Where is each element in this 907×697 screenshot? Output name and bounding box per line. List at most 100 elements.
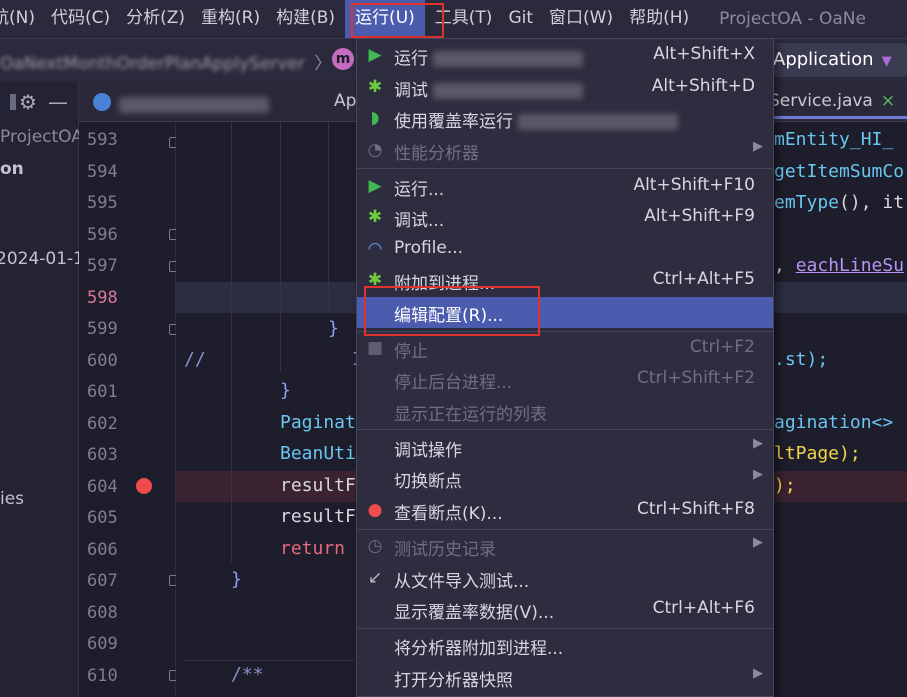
menu-code[interactable]: 代码(C) [43,0,118,38]
indent-guide [280,122,281,372]
menu-item-label: 运行 [394,44,584,69]
menu-item-label: 查看断点(K)... [394,504,503,524]
menu-git[interactable]: Git [500,0,541,38]
line-number: 605 [87,508,118,528]
line-number: 606 [87,540,118,560]
code-fragment: getItemSumCo [774,161,905,182]
menu-bar: 航(N) 代码(C) 分析(Z) 重构(R) 构建(B) 运行(U) 工具(T)… [0,0,907,38]
menu-item-label: 附加到进程... [394,274,496,294]
indent-guide [328,122,329,312]
window-title: ProjectOA - OaNe [719,9,866,29]
menu-item-label: Profile... [394,238,464,258]
menu-item-profiler[interactable]: ◔ 性能分析器 ▶ [357,135,773,166]
history-icon: ◷ [367,536,383,556]
coverage-icon: ◗ [370,108,380,128]
menu-item-label: 使用覆盖率运行 [394,107,679,132]
method-badge-icon: m [332,48,354,70]
project-panel: ⚙ — ProjectOA on 2024-01-15 ies [0,82,95,697]
menu-item-stop-background[interactable]: 停止后台进程... Ctrl+Shift+F2 [357,364,773,395]
dropdown-arrow-icon: ▼ [881,54,892,69]
menu-item-label: 从文件导入测试... [394,572,530,592]
tab-service-label: Service.java [769,91,873,111]
menu-item-view-breakpoints[interactable]: ● 查看断点(K)... Ctrl+Shift+F8 [357,495,773,526]
project-root-label[interactable]: ProjectOA [0,127,83,147]
menu-separator [357,429,773,430]
code-line-607: } [231,569,242,590]
code-line-602: Paginat [280,412,356,433]
menu-separator [357,529,773,530]
line-number: 607 [87,571,118,591]
menu-item-test-history[interactable]: ◷ 测试历史记录 ▶ [357,531,773,562]
menu-item-label: 显示正在运行的列表 [394,405,547,425]
project-tree-item[interactable]: ies [0,489,24,509]
code-line-610: /** [231,664,264,685]
menu-item-attach-to-process[interactable]: ✱ 附加到进程... Ctrl+Alt+F5 [357,265,773,296]
code-fragment: ltPage); [774,443,861,464]
tab-service[interactable]: Service.java × [764,91,907,119]
line-number: 602 [87,414,118,434]
menu-item-attach-profiler[interactable]: 将分析器附加到进程... [357,630,773,661]
tab-left-label[interactable]: Ap [334,91,356,111]
menu-run[interactable]: 运行(U) [345,0,425,38]
menu-item-run-with-coverage[interactable]: ◗ 使用覆盖率运行 [357,103,773,134]
code-fragment-variable: eachLineSu [795,255,905,276]
menu-item-label: 切换断点 [394,472,462,492]
code-fragment: , eachLineSu [774,255,904,277]
code-fragment: mEntity_HI_ [774,129,894,150]
menu-item-debug-dialog[interactable]: ✱ 调试... Alt+Shift+F9 [357,202,773,233]
menu-item-debug-actions[interactable]: 调试操作 ▶ [357,432,773,463]
line-number: 610 [87,666,118,686]
menu-navigate[interactable]: 航(N) [0,0,43,38]
profile-icon: ◠ [367,239,383,259]
blurred-config-name [518,114,679,130]
submenu-arrow-icon: ▶ [753,436,763,451]
menu-item-show-running[interactable]: 显示正在运行的列表 [357,396,773,427]
menu-item-stop[interactable]: ■ 停止 Ctrl+F2 [357,333,773,364]
indent-guide [231,122,232,562]
stop-icon: ■ [366,338,384,358]
menu-separator [357,331,773,332]
gear-icon[interactable]: ⚙ [19,90,37,114]
breakpoint-icon[interactable] [136,478,152,494]
menu-item-profile[interactable]: ◠ Profile... [357,234,773,265]
code-line-605: resultF [280,506,356,527]
import-icon: ↙ [367,568,383,588]
menu-item-edit-configurations[interactable]: 编辑配置(R)... [357,297,773,328]
line-number: 596 [87,225,118,245]
run-configuration-select[interactable]: Application ▼ [765,43,907,77]
menu-window[interactable]: 窗口(W) [541,0,621,38]
menu-build[interactable]: 构建(B) [268,0,343,38]
debug-icon: ✱ [367,77,383,97]
code-line-601: } [280,380,291,401]
menu-item-toggle-breakpoint[interactable]: 切换断点 ▶ [357,463,773,494]
menu-item-label: 性能分析器 [394,144,479,164]
menu-help[interactable]: 帮助(H) [621,0,697,38]
menu-item-run-dialog[interactable]: ▶ 运行... Alt+Shift+F10 [357,171,773,202]
profiler-icon: ◔ [367,140,383,160]
run-configuration-label: Application [773,49,874,70]
menu-item-label: 调试操作 [394,441,462,461]
submenu-arrow-icon: ▶ [753,139,763,154]
line-number: 600 [87,351,118,371]
menu-separator [357,168,773,169]
breadcrumb-text: OaNextMonthOrderPlanApplyServer [0,54,305,74]
menu-item-show-coverage[interactable]: 显示覆盖率数据(V)... Ctrl+Alt+F6 [357,594,773,625]
menu-refactor[interactable]: 重构(R) [193,0,268,38]
menu-item-run[interactable]: ▶ 运行 Alt+Shift+X [357,40,773,71]
menu-analyze[interactable]: 分析(Z) [118,0,193,38]
minimize-icon[interactable]: — [48,90,68,114]
project-tree-item[interactable]: on [0,159,24,179]
menu-item-shortcut: Alt+Shift+X [653,44,755,64]
line-number: 597 [87,256,118,276]
menu-item-import-tests[interactable]: ↙ 从文件导入测试... [357,563,773,594]
line-number: 603 [87,445,118,465]
line-number: 594 [87,162,118,182]
run-icon: ▶ [368,45,382,65]
menu-tools[interactable]: 工具(T) [427,0,501,38]
menu-item-debug[interactable]: ✱ 调试 Alt+Shift+D [357,72,773,103]
menu-item-shortcut: Ctrl+Shift+F8 [637,499,755,519]
menu-item-open-snapshot[interactable]: 打开分析器快照 ▶ [357,662,773,693]
breadcrumb[interactable]: OaNextMonthOrderPlanApplyServer 〉 [0,49,331,74]
tab-left-blurred[interactable] [119,94,269,113]
close-tab-icon[interactable]: × [881,91,895,111]
